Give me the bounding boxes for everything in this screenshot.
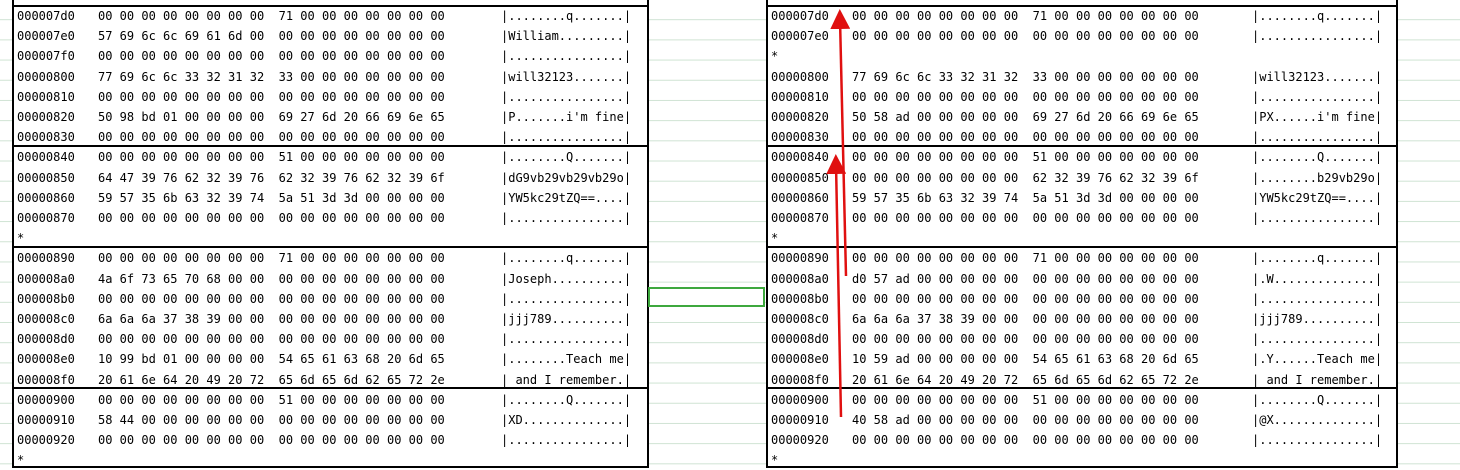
arrow-8a0-to-7d0 [830, 9, 851, 277]
pointer-arrows [826, 9, 851, 418]
arrow-910-to-840 [826, 154, 847, 418]
